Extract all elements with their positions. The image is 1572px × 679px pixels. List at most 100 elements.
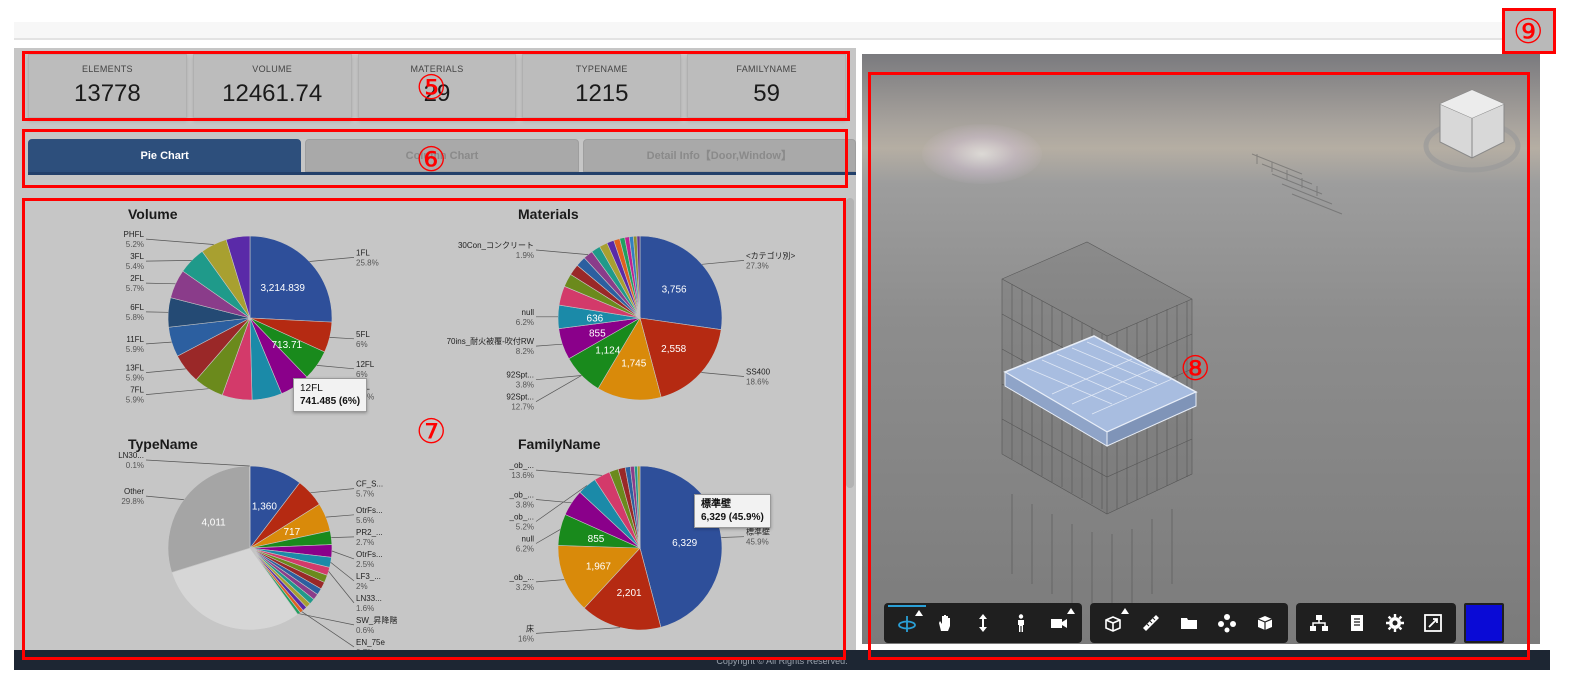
measure-icon [1143,615,1159,631]
slice-pct-label: 1.6% [356,604,374,613]
orbit-icon [898,616,916,632]
slice-name-label: LF3_... [356,572,381,581]
pie-chart-materials: Materials 3,756 2,558 1,745 1,124 855 636 <カテゴ… [447,206,796,416]
slice-name-label: 5FL [356,330,370,339]
label-leader-line [701,260,745,265]
slice-pct-label: 5.2% [126,240,144,249]
label-leader-line [145,260,192,262]
structure-icon [1310,615,1328,631]
settings-button[interactable] [1376,605,1414,641]
tab-detail-info[interactable]: Detail Info【Door,Window】 [582,139,856,172]
toolbar-group-settings [1296,603,1456,643]
slice-pct-label: 5.9% [126,374,144,383]
orbit-button[interactable] [888,605,926,641]
explode-button[interactable] [1094,605,1132,641]
label-leader-line [309,257,355,262]
camera-button[interactable] [1040,605,1078,641]
label-leader-line [535,627,621,634]
slice-pct-label: 1.9% [516,251,534,260]
slice-name-label: 1FL [356,248,370,257]
label-leader-line [721,536,745,538]
slice-value-label: 2,201 [617,588,642,599]
slice-pct-label: 5.6% [356,516,374,525]
slice-name-label: null [522,535,535,544]
pie-slice[interactable] [639,235,723,331]
slice-name-label: LN30... [118,451,144,460]
label-leader-line [145,341,172,345]
model-browser-button[interactable] [1208,605,1246,641]
measure-button[interactable] [1132,605,1170,641]
slice-value-label: 855 [588,534,605,545]
section-button[interactable] [1170,605,1208,641]
slice-name-label: LN33... [356,594,382,603]
stat-value: 59 [753,80,780,107]
slice-pct-label: 5.7% [356,490,374,499]
slice-pct-label: 18.6% [746,378,769,387]
slice-pct-label: 6.2% [516,545,534,554]
charts-scrollbar[interactable] [846,198,854,488]
pan-icon [939,615,950,631]
slice-pct-label: 3.2% [516,583,534,592]
tooltip-value: 6,329 (45.9%) [701,512,764,523]
slice-name-label: 13FL [126,364,145,373]
label-leader-line [331,536,355,538]
pie-slice[interactable] [249,235,333,323]
section-icon [1181,618,1197,629]
pie-chart-familyname: FamilyName 6,329 2,201 1,967 855 _ob_... 3.2%… [509,436,778,646]
label-leader-line [316,365,355,370]
slice-pct-label: 5.7% [126,284,144,293]
tab-pie-chart[interactable]: Pie Chart [28,139,302,172]
slice-name-label: 92Spt... [506,371,534,380]
color-swatch-button[interactable] [1464,603,1504,643]
slice-name-label: SS400 [746,368,771,377]
properties-box-button[interactable] [1246,605,1284,641]
viewcube-icon[interactable] [1422,84,1522,184]
submenu-arrow-icon [1121,608,1129,614]
label-leader-line [535,529,561,544]
slice-name-label: <カテゴリ別> [746,250,796,260]
stat-label: TYPENAME [575,64,628,74]
slice-name-label: _ob_... [509,461,534,470]
fullscreen-button[interactable] [1414,605,1452,641]
slice-value-label: 1,745 [621,359,646,370]
slice-name-label: _ob_... [509,491,534,500]
fullscreen-icon [1424,614,1442,632]
structure-button[interactable] [1300,605,1338,641]
slice-name-label: EN_75e [356,638,385,647]
slice-pct-label: 5.2% [516,523,534,532]
slice-pct-label: 2.5% [356,560,374,569]
stat-label: FAMILYNAME [736,64,797,74]
label-leader-line [331,550,355,560]
slice-name-label: PHFL [124,230,145,239]
annotation-marker-8: ⑧ [1180,349,1211,389]
slice-name-label: 2FL [130,274,144,283]
footer: Copyright © All Rights Reserved. [14,650,1550,670]
first-person-button[interactable] [1002,605,1040,641]
slice-name-label: null [522,308,535,317]
label-leader-line [145,388,209,395]
slice-pct-label: 6% [356,340,368,349]
corner-menu-button[interactable]: ⑨ [1502,8,1556,54]
slice-value-label: 713.71 [272,340,303,351]
slice-pct-label: 16% [518,634,534,643]
document-button[interactable] [1338,605,1376,641]
zoom-button[interactable] [964,605,1002,641]
label-leader-line [535,469,602,476]
tooltip-label: 標準壁 [701,499,731,510]
explode-icon [1105,616,1121,632]
annotation-marker-6: ⑥ [416,140,447,180]
slice-pct-label: 5.4% [126,262,144,271]
slice-value-label: 636 [587,313,604,324]
slice-value-label: 2,558 [661,344,686,355]
pan-button[interactable] [926,605,964,641]
slice-name-label: 標準壁 [746,527,770,537]
slice-name-label: 30Con_コンクリート [458,241,534,250]
dashboard-page: ELEMENTS 13778 VOLUME 12461.74 MATERIALS… [0,0,1572,679]
settings-icon [1386,614,1404,632]
document-icon [1351,615,1363,631]
slice-name-label: 3FL [130,252,144,261]
slice-pct-label: 3.8% [516,381,534,390]
label-leader-line [329,337,355,340]
viewer-toolbar [884,603,1504,644]
submenu-arrow-icon [915,610,923,616]
